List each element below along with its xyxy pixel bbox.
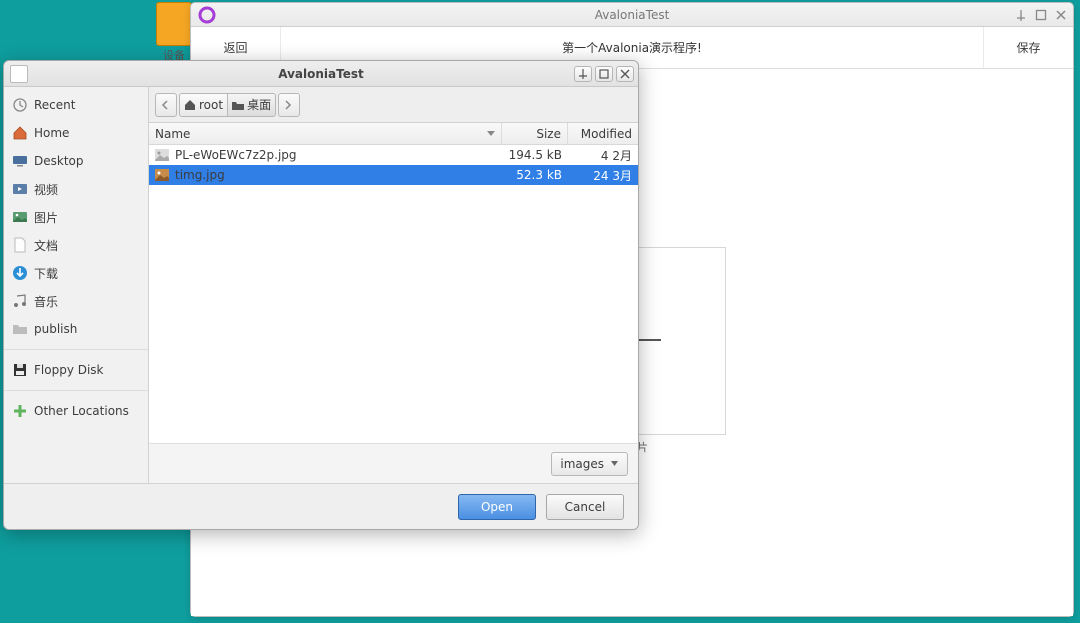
image-file-icon [155, 169, 169, 181]
sidebar-item-recent[interactable]: Recent [4, 91, 148, 119]
chevron-down-icon [610, 459, 619, 468]
home-icon [12, 125, 28, 141]
file-modified: 4 2月 [568, 147, 638, 164]
file-filter-bar: images [149, 443, 638, 483]
sidebar-separator [4, 349, 148, 350]
sidebar-item-home[interactable]: Home [4, 119, 148, 147]
maximize-icon[interactable] [1033, 7, 1049, 23]
file-dialog-sidebar: Recent Home Desktop 视频 图片 文档 [4, 87, 149, 483]
sidebar-item-label: publish [34, 322, 77, 336]
sidebar-item-desktop[interactable]: Desktop [4, 147, 148, 175]
main-window-title: AvaloniaTest [191, 8, 1073, 22]
file-dialog-title: AvaloniaTest [4, 67, 638, 81]
open-button[interactable]: Open [458, 494, 536, 520]
sidebar-item-floppy[interactable]: Floppy Disk [4, 356, 148, 384]
save-button[interactable]: 保存 [983, 27, 1073, 68]
maximize-icon[interactable] [595, 66, 613, 82]
clock-icon [12, 97, 28, 113]
file-name: timg.jpg [175, 168, 225, 182]
sidebar-item-publish[interactable]: publish [4, 315, 148, 343]
image-file-icon [155, 149, 169, 161]
path-segment-label: root [199, 98, 223, 112]
pictures-icon [12, 209, 28, 225]
sidebar-item-other-locations[interactable]: Other Locations [4, 397, 148, 425]
sidebar-item-downloads[interactable]: 下载 [4, 259, 148, 287]
column-header-name[interactable]: Name [149, 123, 502, 144]
path-segment-label: 桌面 [247, 96, 271, 113]
close-icon[interactable] [616, 66, 634, 82]
file-dialog-titlebar[interactable]: AvaloniaTest [4, 61, 638, 87]
main-window-titlebar[interactable]: AvaloniaTest [191, 3, 1073, 27]
file-row[interactable]: PL-eWoEWc7z2p.jpg 194.5 kB 4 2月 [149, 145, 638, 165]
path-segment-desktop[interactable]: 桌面 [227, 93, 276, 117]
file-dialog-actions: Open Cancel [4, 483, 638, 529]
path-bar: root 桌面 [149, 87, 638, 123]
sidebar-item-label: Desktop [34, 154, 84, 168]
close-icon[interactable] [1053, 7, 1069, 23]
sidebar-item-label: Recent [34, 98, 75, 112]
sort-indicator-icon [487, 131, 495, 136]
file-size: 194.5 kB [502, 148, 568, 162]
sidebar-item-label: 图片 [34, 209, 58, 226]
file-type-filter[interactable]: images [551, 452, 628, 476]
file-list-header: Name Size Modified [149, 123, 638, 145]
path-segment-root[interactable]: root [179, 93, 228, 117]
folder-icon [12, 321, 28, 337]
sidebar-item-label: 音乐 [34, 293, 58, 310]
path-forward-button[interactable] [278, 93, 300, 117]
pin-icon[interactable] [574, 66, 592, 82]
floppy-icon [12, 362, 28, 378]
file-open-dialog: AvaloniaTest Recent Home Desktop 视频 [3, 60, 639, 530]
file-size: 52.3 kB [502, 168, 568, 182]
column-header-size[interactable]: Size [502, 123, 568, 144]
document-icon [12, 237, 28, 253]
sidebar-item-documents[interactable]: 文档 [4, 231, 148, 259]
file-row[interactable]: timg.jpg 52.3 kB 24 3月 [149, 165, 638, 185]
desktop-icon [12, 153, 28, 169]
download-icon [12, 265, 28, 281]
sidebar-separator [4, 390, 148, 391]
cancel-button[interactable]: Cancel [546, 494, 624, 520]
file-list: Name Size Modified PL-eWoEWc7z2p.jpg 194… [149, 123, 638, 443]
sidebar-item-label: 视频 [34, 181, 58, 198]
sidebar-item-music[interactable]: 音乐 [4, 287, 148, 315]
column-header-label: Name [155, 127, 190, 141]
path-back-button[interactable] [155, 93, 177, 117]
pin-icon[interactable] [1013, 7, 1029, 23]
filter-label: images [560, 457, 604, 471]
plus-icon [12, 403, 28, 419]
sidebar-item-label: Other Locations [34, 404, 129, 418]
sidebar-item-label: 下载 [34, 265, 58, 282]
sidebar-item-label: Home [34, 126, 69, 140]
column-header-modified[interactable]: Modified [568, 123, 638, 144]
video-icon [12, 181, 28, 197]
sidebar-item-label: Floppy Disk [34, 363, 104, 377]
sidebar-item-pictures[interactable]: 图片 [4, 203, 148, 231]
sidebar-item-label: 文档 [34, 237, 58, 254]
music-icon [12, 293, 28, 309]
file-name: PL-eWoEWc7z2p.jpg [175, 148, 297, 162]
sidebar-item-videos[interactable]: 视频 [4, 175, 148, 203]
file-modified: 24 3月 [568, 167, 638, 184]
taskbar-app-tile[interactable] [156, 2, 192, 46]
